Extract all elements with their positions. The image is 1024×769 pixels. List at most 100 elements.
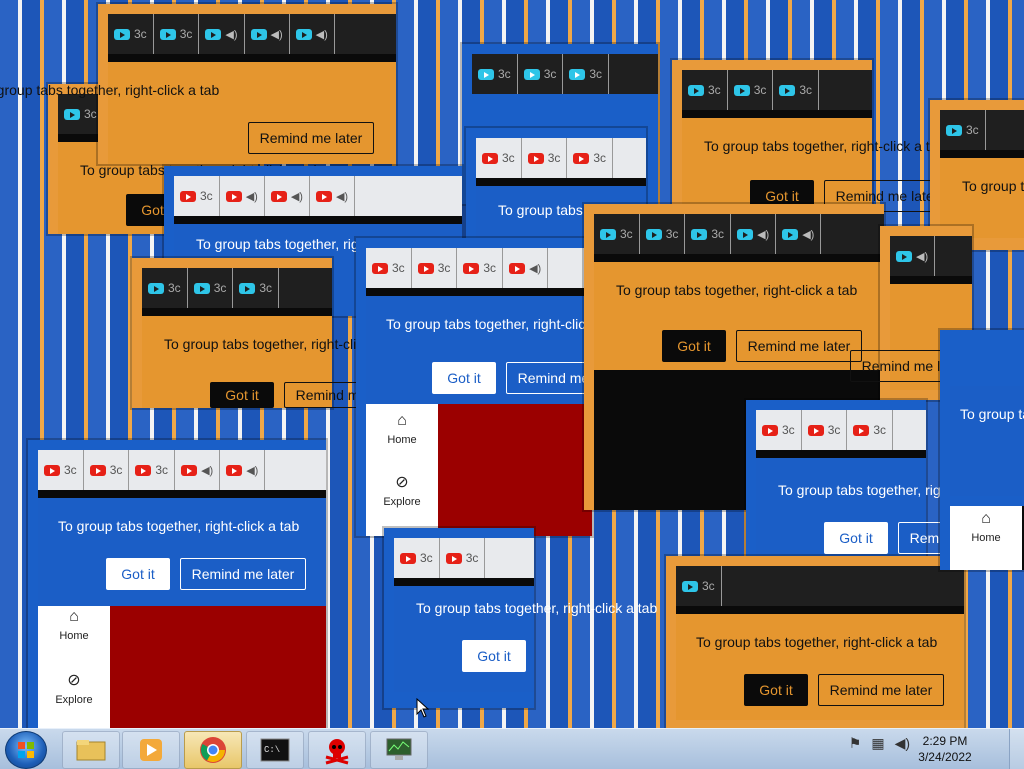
tab[interactable]: ◀) <box>290 14 335 54</box>
tab[interactable]: 3c <box>685 214 732 254</box>
nav-item-explore[interactable]: ⊘ Explore <box>366 474 438 508</box>
tab-strip[interactable]: 3c 3c 3c <box>682 70 872 110</box>
taskbar-task-manager[interactable] <box>370 731 428 769</box>
network-icon[interactable]: ▦ <box>871 735 884 752</box>
action-center-flag-icon[interactable]: ⚑ <box>849 735 862 752</box>
chrome-window[interactable]: 3c 3c 3c ◀) To group tabs together, righ… <box>356 238 632 536</box>
remind-me-later-button[interactable]: Remind me later <box>818 674 944 706</box>
tab[interactable]: ◀) <box>220 176 265 216</box>
tab-strip[interactable]: 3c 3c 3c <box>142 268 332 308</box>
tab-strip[interactable]: 3c 3c 3c ◀) ◀) <box>38 450 326 490</box>
tab[interactable]: 3c <box>394 538 440 578</box>
nav-item-home[interactable]: ⌂Home <box>950 510 1022 544</box>
got-it-button[interactable]: Got it <box>106 558 170 590</box>
tab[interactable]: 3c <box>640 214 686 254</box>
tab[interactable]: 3c <box>412 248 458 288</box>
tab[interactable]: 3c <box>440 538 486 578</box>
tab[interactable]: 3c <box>682 70 728 110</box>
tab[interactable]: ◀) <box>199 14 245 54</box>
chrome-window[interactable]: 3c 3c ◀) ◀) ◀) To group tabs together, r… <box>0 4 396 164</box>
nav-item-home[interactable]: ⌂Home <box>366 412 438 446</box>
tab[interactable]: 3c <box>802 410 848 450</box>
page-content: ⌂ Home ⊘ Explore <box>366 404 592 536</box>
tab[interactable]: 3c <box>129 450 176 490</box>
got-it-button[interactable]: Got it <box>462 640 526 672</box>
tab[interactable]: 3c <box>522 138 568 178</box>
tab[interactable]: 3c <box>472 54 518 94</box>
tab[interactable]: 3c <box>174 176 220 216</box>
tab[interactable]: 3c <box>518 54 564 94</box>
taskbar-skull-app[interactable] <box>308 731 366 769</box>
content-bar <box>142 308 332 316</box>
tab[interactable]: ◀) <box>731 214 777 254</box>
tab[interactable]: 3c <box>773 70 820 110</box>
nav-item-explore[interactable]: ⊘ Explore <box>38 672 110 706</box>
taskbar-chrome[interactable] <box>184 731 242 769</box>
tab[interactable]: 3c <box>84 450 130 490</box>
tab[interactable]: ◀) <box>220 450 266 490</box>
tab[interactable]: 3c <box>142 268 188 308</box>
tab[interactable]: ◀) <box>890 236 936 276</box>
got-it-button[interactable]: Got it <box>662 330 726 362</box>
youtube-icon <box>779 84 796 96</box>
tab[interactable]: 3c <box>563 54 610 94</box>
tab-strip[interactable]: 3c 3c 3c <box>476 138 646 178</box>
tab[interactable]: ◀) <box>265 176 310 216</box>
tab-strip[interactable]: ◀) <box>890 236 972 276</box>
tab-strip[interactable]: 3c 3c 3c <box>756 410 926 450</box>
tab-strip[interactable]: 3c <box>676 566 964 606</box>
tab[interactable]: ◀) <box>175 450 221 490</box>
show-desktop-button[interactable] <box>1009 729 1024 769</box>
tab[interactable]: 3c <box>756 410 802 450</box>
tab-strip[interactable]: 3c ◀) ◀) ◀) <box>174 176 462 216</box>
content-bar <box>890 276 972 284</box>
got-it-button[interactable]: Got it <box>824 522 888 554</box>
remind-me-later-button[interactable]: Remind me later <box>180 558 306 590</box>
got-it-button[interactable]: Got it <box>210 382 274 408</box>
chrome-window[interactable]: 3c 3c To group tabs together, right-clic… <box>384 528 657 708</box>
tab[interactable]: 3c <box>38 450 84 490</box>
tab[interactable]: 3c <box>940 110 986 150</box>
tab-strip[interactable]: 3c 3c 3c ◀) <box>366 248 592 288</box>
chrome-window[interactable]: To group tabs together, right-click a ta… <box>940 330 1024 570</box>
chrome-window[interactable]: 3c 3c 3c ◀) ◀) To group tabs together, r… <box>28 440 326 728</box>
tab[interactable]: 3c <box>567 138 614 178</box>
clock[interactable]: 2:29 PM 3/24/2022 <box>910 733 980 765</box>
got-it-button[interactable]: Got it <box>432 362 496 394</box>
chrome-window[interactable]: 3c To group tabs together, right-click a… <box>666 556 964 728</box>
tab[interactable]: 3c <box>154 14 200 54</box>
tab[interactable]: 3c <box>188 268 234 308</box>
tab[interactable]: 3c <box>58 94 104 134</box>
nav-item-home[interactable]: ⌂Home <box>38 608 110 642</box>
tab[interactable]: ◀) <box>503 248 549 288</box>
youtube-icon <box>89 464 106 476</box>
tab[interactable]: 3c <box>847 410 894 450</box>
tab[interactable]: 3c <box>233 268 280 308</box>
tab[interactable]: 3c <box>457 248 504 288</box>
tab-strip[interactable]: 3c 3c 3c ◀) ◀) <box>594 214 884 254</box>
tab[interactable]: ◀) <box>310 176 356 216</box>
tab-strip[interactable]: 3c <box>940 110 1024 150</box>
remind-me-later-button[interactable]: Remind me later <box>248 122 374 154</box>
tab-strip[interactable]: 3c 3c <box>394 538 534 578</box>
tab-strip[interactable]: 3c 3c 3c <box>472 54 658 94</box>
tab[interactable]: 3c <box>366 248 412 288</box>
got-it-button[interactable]: Got it <box>744 674 808 706</box>
start-button[interactable] <box>5 731 47 769</box>
youtube-icon <box>239 282 256 294</box>
tab[interactable]: 3c <box>594 214 640 254</box>
tab-strip[interactable]: 3c 3c ◀) ◀) ◀) <box>108 14 396 54</box>
chrome-window[interactable]: 3c 3c 3c To group tabs together, right-c… <box>132 258 410 408</box>
taskbar-command-prompt[interactable]: C:\ <box>246 731 304 769</box>
chrome-window[interactable]: 3c 3c 3c To group tabs together, right-c… <box>672 60 950 220</box>
tab[interactable]: 3c <box>676 566 722 606</box>
tab[interactable]: ◀) <box>245 14 290 54</box>
tab[interactable]: 3c <box>476 138 522 178</box>
taskbar-file-explorer[interactable] <box>62 731 120 769</box>
tab[interactable]: 3c <box>728 70 774 110</box>
volume-icon[interactable]: ◀) <box>895 735 910 752</box>
taskbar-media-player[interactable] <box>122 731 180 769</box>
tab[interactable]: 3c <box>108 14 154 54</box>
remind-me-later-button[interactable]: Remind me later <box>736 330 862 362</box>
tab[interactable]: ◀) <box>776 214 822 254</box>
